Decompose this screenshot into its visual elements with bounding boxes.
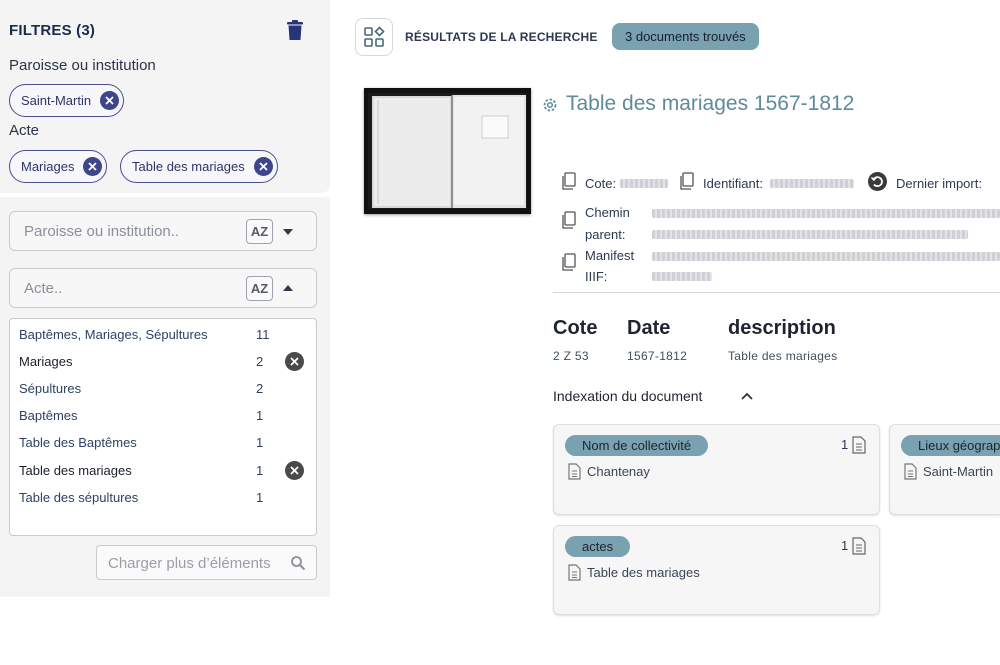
document-icon bbox=[904, 463, 917, 480]
view-toggle-button[interactable] bbox=[355, 18, 393, 56]
facet-count: 2 bbox=[256, 354, 264, 369]
facet-label: Sépultures bbox=[19, 381, 82, 396]
facet-label: Table des sépultures bbox=[19, 490, 139, 505]
filters-title: FILTRES (3) bbox=[9, 22, 96, 39]
load-more-input[interactable]: Charger plus d’éléments bbox=[96, 545, 317, 580]
description-heading: description bbox=[728, 317, 836, 339]
sort-az-button[interactable]: AZ bbox=[246, 276, 273, 301]
acte-dropdown[interactable]: Acte.. AZ bbox=[9, 268, 317, 308]
facet-item[interactable]: Baptêmes 1 bbox=[19, 406, 309, 426]
filter-group-parish-label: Paroisse ou institution bbox=[9, 57, 156, 74]
facet-label: Table des Baptêmes bbox=[19, 435, 137, 450]
index-card-lieux: Lieux géograp Saint-Martin bbox=[889, 424, 1000, 515]
copy-icon[interactable] bbox=[561, 172, 577, 190]
index-card-item[interactable]: Chantenay bbox=[587, 464, 650, 479]
facet-count: 1 bbox=[256, 435, 264, 450]
facet-label: Table des mariages bbox=[19, 463, 132, 478]
facet-count: 1 bbox=[256, 408, 264, 423]
facet-count: 11 bbox=[256, 327, 270, 342]
copy-icon[interactable] bbox=[561, 253, 577, 271]
remove-chip-icon[interactable] bbox=[100, 91, 120, 110]
document-icon bbox=[852, 537, 866, 555]
identifiant-label: Identifiant: bbox=[703, 176, 763, 191]
facet-item[interactable]: Table des mariages 1 bbox=[19, 461, 309, 481]
chevron-up-icon[interactable] bbox=[283, 285, 293, 291]
cote-label: Cote: bbox=[585, 176, 617, 191]
chemin-parent-value-redacted bbox=[652, 209, 1000, 218]
manifest-iiif-label-line2: IIIF: bbox=[585, 269, 608, 284]
document-title[interactable]: Table des mariages 1567-1812 bbox=[566, 92, 854, 116]
remove-chip-icon[interactable] bbox=[253, 157, 273, 176]
results-title: RÉSULTATS DE LA RECHERCHE bbox=[405, 30, 598, 44]
cote-heading: Cote bbox=[553, 317, 598, 339]
index-card-item[interactable]: Saint-Martin bbox=[923, 464, 993, 479]
index-card-tag: actes bbox=[565, 536, 631, 557]
facet-label: Mariages bbox=[19, 354, 73, 369]
chip-label: Table des mariages bbox=[132, 159, 245, 174]
grid-icon bbox=[364, 26, 385, 47]
facet-item[interactable]: Table des sépultures 1 bbox=[19, 488, 309, 508]
parish-dropdown-placeholder: Paroisse ou institution.. bbox=[24, 223, 180, 240]
remove-chip-icon[interactable] bbox=[83, 157, 103, 176]
sort-az-button[interactable]: AZ bbox=[246, 219, 273, 244]
index-card-collectivite: Nom de collectivité 1 Chantenay bbox=[553, 424, 880, 515]
gear-icon[interactable] bbox=[541, 96, 559, 114]
dernier-import-label: Dernier import: bbox=[896, 176, 982, 191]
document-icon bbox=[852, 436, 866, 454]
manifest-value-redacted bbox=[652, 252, 1000, 261]
filter-chip-mariages: Mariages bbox=[9, 150, 108, 183]
history-icon[interactable] bbox=[867, 171, 888, 192]
chemin-parent-value-redacted bbox=[652, 230, 968, 239]
index-card-tag: Lieux géograp bbox=[901, 435, 1000, 456]
description-value: Table des mariages bbox=[728, 349, 838, 363]
index-card-count: 1 bbox=[841, 538, 849, 553]
facet-item[interactable]: Mariages 2 bbox=[19, 352, 309, 372]
acte-dropdown-placeholder: Acte.. bbox=[24, 280, 63, 297]
facet-item[interactable]: Sépultures 2 bbox=[19, 379, 309, 399]
facet-label: Baptêmes, Mariages, Sépultures bbox=[19, 327, 208, 342]
filters-panel: FILTRES (3) Paroisse ou institution Sain… bbox=[0, 0, 330, 193]
filter-group-acte-label: Acte bbox=[9, 122, 40, 139]
chemin-parent-label-line2: parent: bbox=[585, 227, 626, 242]
cote-value: 2 Z 53 bbox=[553, 349, 589, 363]
load-more-placeholder: Charger plus d’éléments bbox=[108, 555, 271, 572]
facet-item[interactable]: Baptêmes, Mariages, Sépultures 11 bbox=[19, 325, 309, 345]
facet-item[interactable]: Table des Baptêmes 1 bbox=[19, 433, 309, 453]
date-heading: Date bbox=[627, 317, 671, 339]
index-card-tag: Nom de collectivité bbox=[565, 435, 709, 456]
facet-count: 2 bbox=[256, 381, 264, 396]
identifiant-value-redacted bbox=[770, 179, 854, 188]
search-icon[interactable] bbox=[290, 555, 306, 571]
manifest-iiif-label: Manifest bbox=[585, 248, 635, 263]
document-icon bbox=[568, 564, 581, 581]
index-card-item[interactable]: Table des mariages bbox=[587, 565, 700, 580]
document-thumbnail[interactable] bbox=[364, 88, 531, 214]
index-card-actes: actes 1 Table des mariages bbox=[553, 525, 880, 615]
chevron-down-icon[interactable] bbox=[283, 229, 293, 235]
manifest-value-redacted bbox=[652, 272, 712, 281]
document-icon bbox=[568, 463, 581, 480]
acte-facet-list: Baptêmes, Mariages, Sépultures 11 Mariag… bbox=[9, 318, 317, 536]
remove-facet-icon[interactable] bbox=[285, 352, 304, 371]
copy-icon[interactable] bbox=[679, 172, 695, 190]
filter-chip-saint-martin: Saint-Martin bbox=[9, 84, 125, 117]
chip-label: Mariages bbox=[21, 159, 75, 174]
facet-count: 1 bbox=[256, 490, 264, 505]
results-count-badge: 3 documents trouvés bbox=[612, 23, 759, 50]
remove-facet-icon[interactable] bbox=[285, 461, 304, 480]
filter-chip-table-des-mariages: Table des mariages bbox=[120, 150, 278, 183]
trash-icon[interactable] bbox=[286, 20, 304, 41]
indexation-title[interactable]: Indexation du document bbox=[553, 388, 702, 404]
copy-icon[interactable] bbox=[561, 211, 577, 229]
chevron-up-icon[interactable] bbox=[741, 392, 753, 400]
parish-dropdown[interactable]: Paroisse ou institution.. AZ bbox=[9, 211, 317, 251]
chemin-parent-label: Chemin bbox=[585, 205, 630, 220]
facet-label: Baptêmes bbox=[19, 408, 78, 423]
chip-label: Saint-Martin bbox=[21, 93, 92, 108]
index-card-count: 1 bbox=[841, 437, 849, 452]
facet-count: 1 bbox=[256, 463, 264, 478]
cote-value-redacted bbox=[620, 179, 668, 188]
divider bbox=[553, 292, 1000, 293]
date-value: 1567-1812 bbox=[627, 349, 688, 363]
